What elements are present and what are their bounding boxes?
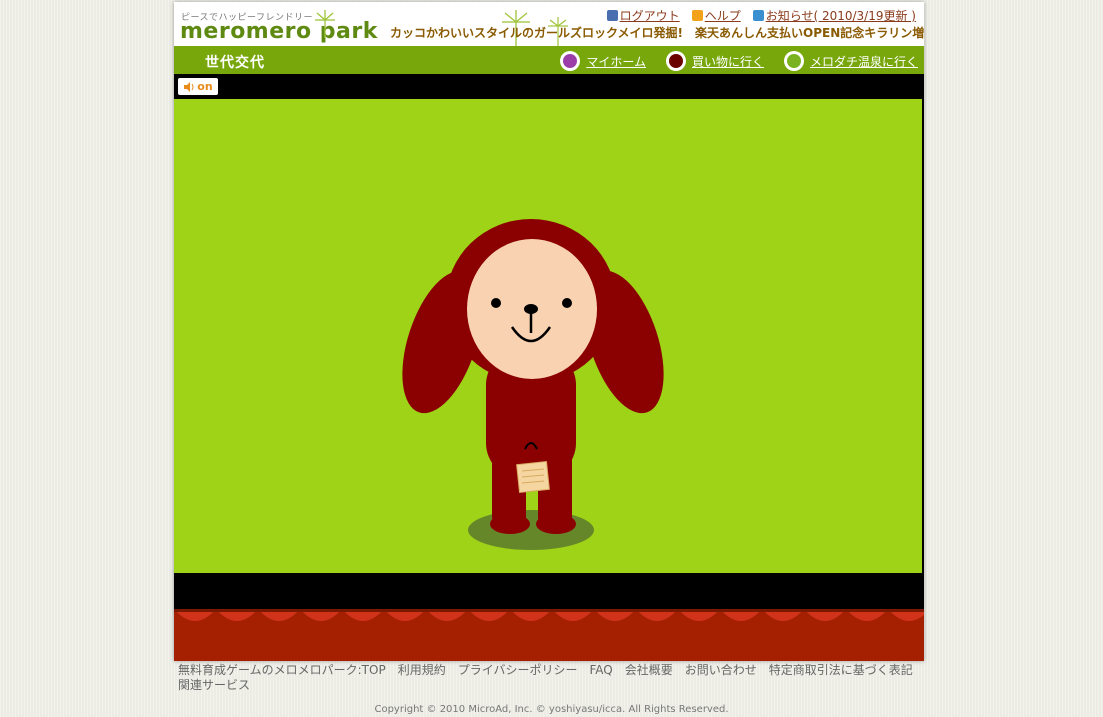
footer-link-company[interactable]: 会社概要 [625, 663, 673, 677]
shopping-icon [665, 51, 686, 71]
myhome-icon [560, 51, 581, 71]
onsen-icon [783, 51, 804, 71]
news-link[interactable]: お知らせ( 2010/3/19更新 ) [752, 7, 916, 24]
speaker-icon [184, 81, 194, 92]
game-lower-bar [174, 573, 924, 609]
game-stage[interactable] [174, 99, 922, 573]
footer-link-legal[interactable]: 特定商取引法に基づく表記 [769, 663, 913, 677]
nav-links: マイホーム 買い物に行く メロダチ温泉に行く [560, 51, 918, 71]
game-frame: ピースでハッピーフレンドリー meromero park ログアウト ヘルプ お… [174, 2, 924, 661]
footer-link-faq[interactable]: FAQ [589, 663, 612, 677]
footer-link-privacy[interactable]: プライバシーポリシー [458, 663, 578, 677]
site-header: ピースでハッピーフレンドリー meromero park ログアウト ヘルプ お… [174, 2, 924, 46]
curtain-scallop [174, 609, 924, 629]
sound-label: on [197, 80, 213, 93]
copyright: Copyright © 2010 MicroAd, Inc. © yoshiya… [374, 704, 729, 715]
logout-label: ログアウト [619, 9, 680, 23]
footer-link-top[interactable]: 無料育成ゲームのメロメロパーク:TOP [178, 663, 386, 677]
nav-onsen[interactable]: メロダチ温泉に行く [783, 51, 918, 71]
character-shadow [468, 510, 594, 550]
nav-onsen-label: メロダチ温泉に行く [809, 54, 918, 69]
site-logo[interactable]: meromero park [180, 19, 378, 44]
top-links: ログアウト ヘルプ お知らせ( 2010/3/19更新 ) [606, 7, 916, 24]
nav-myhome[interactable]: マイホーム [560, 51, 646, 71]
dandelion-icon [315, 10, 335, 38]
left-eye [491, 298, 501, 308]
help-icon [691, 10, 703, 21]
game-toolbar: on [174, 74, 924, 99]
stage-curtain [174, 609, 924, 661]
nav-shopping-label: 買い物に行く [691, 54, 764, 69]
sound-toggle-button[interactable]: on [178, 78, 218, 95]
info-icon [752, 10, 764, 21]
page-title: 世代交代 [205, 55, 265, 71]
nav-shopping[interactable]: 買い物に行く [665, 51, 764, 71]
footer-link-contact[interactable]: お問い合わせ [685, 663, 757, 677]
help-label: ヘルプ [704, 9, 741, 23]
footer-link-related[interactable]: 関連サービス [178, 678, 250, 692]
nav-bar: 世代交代 マイホーム 買い物に行く メロダチ温泉に行く [174, 46, 924, 74]
footer-links: 無料育成ゲームのメロメロパーク:TOP 利用規約 プライバシーポリシー FAQ 会社概要… [178, 663, 928, 693]
help-link[interactable]: ヘルプ [691, 7, 741, 24]
logout-icon [606, 10, 618, 21]
letter-paper [516, 460, 550, 494]
character-illustration [402, 219, 664, 550]
right-eye [562, 298, 572, 308]
nav-myhome-label: マイホーム [586, 54, 646, 69]
nose [524, 304, 538, 314]
news-marquee[interactable]: カッコかわいいスタイルのガールズロックメイロ発掘! 楽天あんしん支払いOPEN記… [390, 24, 924, 41]
logout-link[interactable]: ログアウト [606, 7, 680, 24]
news-label: お知らせ( 2010/3/19更新 ) [765, 9, 916, 23]
footer-link-terms[interactable]: 利用規約 [398, 663, 446, 677]
